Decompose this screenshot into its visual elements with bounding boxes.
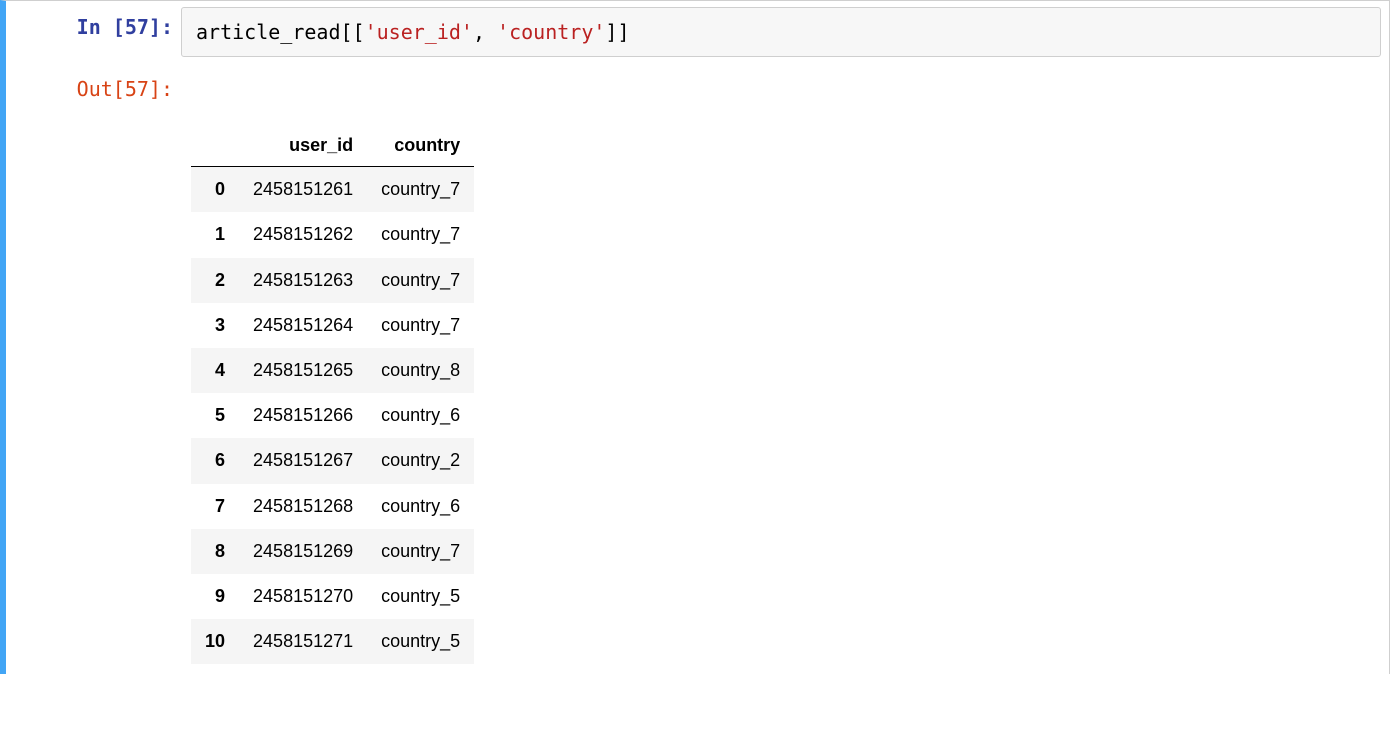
table-row: 92458151270country_5 xyxy=(191,574,474,619)
content-column: article_read[['user_id', 'country']] Out… xyxy=(181,1,1389,674)
cell-user-id: 2458151269 xyxy=(239,529,367,574)
cell-user-id: 2458151266 xyxy=(239,393,367,438)
cell-user-id: 2458151270 xyxy=(239,574,367,619)
cell-user-id: 2458151263 xyxy=(239,258,367,303)
code-token: article_read[[ xyxy=(196,20,365,44)
cell-user-id: 2458151268 xyxy=(239,484,367,529)
row-index: 8 xyxy=(191,529,239,574)
row-index: 9 xyxy=(191,574,239,619)
code-token: , xyxy=(473,20,497,44)
cell-country: country_7 xyxy=(367,303,474,348)
row-index: 4 xyxy=(191,348,239,393)
row-index: 0 xyxy=(191,167,239,213)
cell-country: country_6 xyxy=(367,484,474,529)
table-row: 52458151266country_6 xyxy=(191,393,474,438)
output-prompt-wrap: Out[57]: xyxy=(6,63,181,115)
input-prompt: In [57]: xyxy=(6,13,173,41)
col-header-country: country xyxy=(367,125,474,167)
table-body: 02458151261country_712458151262country_7… xyxy=(191,167,474,665)
col-header-user-id: user_id xyxy=(239,125,367,167)
row-index: 6 xyxy=(191,438,239,483)
code-string-token: 'country' xyxy=(497,20,605,44)
code-token: ]] xyxy=(605,20,629,44)
table-row: 102458151271country_5 xyxy=(191,619,474,664)
output-area: user_id country 02458151261country_71245… xyxy=(181,115,1389,674)
code-string-token: 'user_id' xyxy=(365,20,473,44)
cell-user-id: 2458151264 xyxy=(239,303,367,348)
cell-country: country_7 xyxy=(367,529,474,574)
cell-country: country_5 xyxy=(367,619,474,664)
table-row: 72458151268country_6 xyxy=(191,484,474,529)
cell-user-id: 2458151271 xyxy=(239,619,367,664)
cell-country: country_7 xyxy=(367,167,474,213)
cell-user-id: 2458151261 xyxy=(239,167,367,213)
index-header xyxy=(191,125,239,167)
row-index: 10 xyxy=(191,619,239,664)
cell-user-id: 2458151265 xyxy=(239,348,367,393)
cell-user-id: 2458151262 xyxy=(239,212,367,257)
output-prompt: Out[57]: xyxy=(6,75,173,103)
table-row: 82458151269country_7 xyxy=(191,529,474,574)
row-index: 2 xyxy=(191,258,239,303)
output-row: Out[57]: xyxy=(181,63,1389,115)
cell-user-id: 2458151267 xyxy=(239,438,367,483)
cell-country: country_7 xyxy=(367,212,474,257)
table-row: 22458151263country_7 xyxy=(191,258,474,303)
table-row: 62458151267country_2 xyxy=(191,438,474,483)
cell-country: country_8 xyxy=(367,348,474,393)
dataframe-table: user_id country 02458151261country_71245… xyxy=(191,125,474,664)
cell-country: country_2 xyxy=(367,438,474,483)
table-header: user_id country xyxy=(191,125,474,167)
row-index: 7 xyxy=(191,484,239,529)
table-row: 32458151264country_7 xyxy=(191,303,474,348)
cell-country: country_5 xyxy=(367,574,474,619)
row-index: 5 xyxy=(191,393,239,438)
table-row: 12458151262country_7 xyxy=(191,212,474,257)
table-row: 42458151265country_8 xyxy=(191,348,474,393)
notebook-cell: In [57]: article_read[['user_id', 'count… xyxy=(0,0,1390,674)
code-input[interactable]: article_read[['user_id', 'country']] xyxy=(181,7,1381,57)
header-row: user_id country xyxy=(191,125,474,167)
row-index: 1 xyxy=(191,212,239,257)
cell-country: country_7 xyxy=(367,258,474,303)
cell-country: country_6 xyxy=(367,393,474,438)
table-row: 02458151261country_7 xyxy=(191,167,474,213)
row-index: 3 xyxy=(191,303,239,348)
